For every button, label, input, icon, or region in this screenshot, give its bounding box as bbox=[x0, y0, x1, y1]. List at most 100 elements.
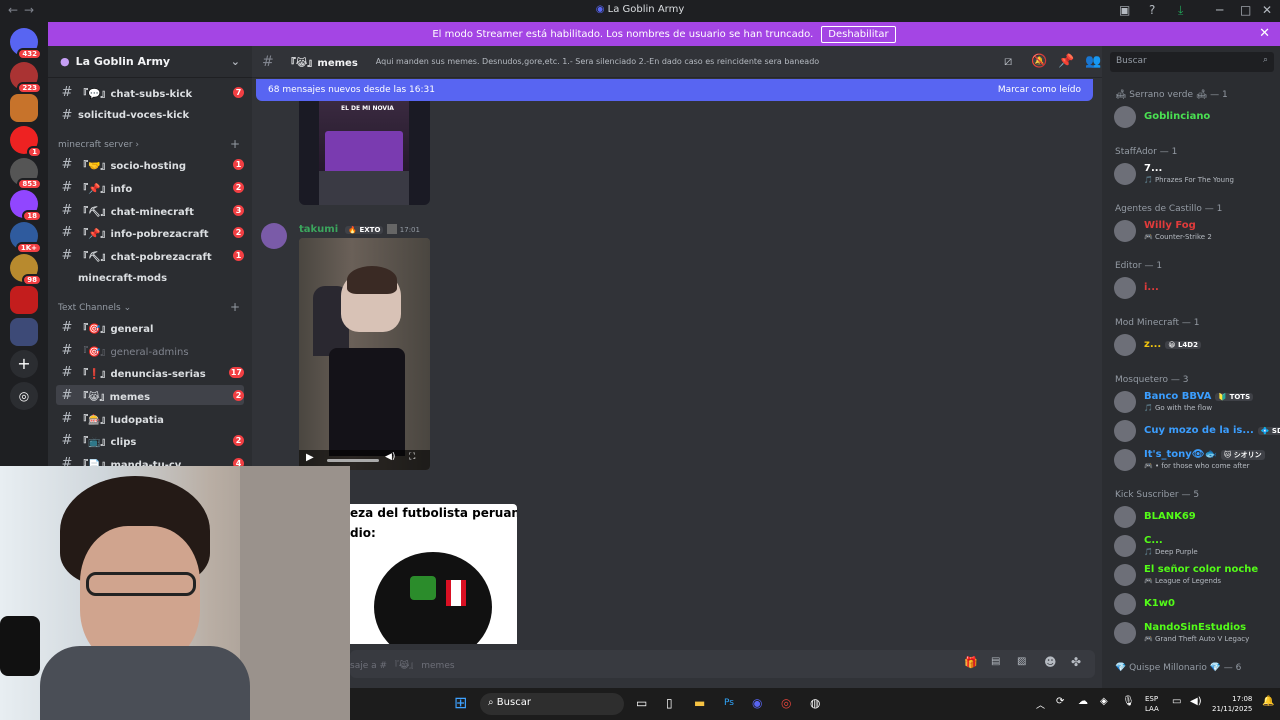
channel-item[interactable]: minecraft-mods bbox=[56, 268, 244, 288]
cloud-icon[interactable]: ☁ bbox=[1078, 696, 1088, 707]
server-icon[interactable]: 853 bbox=[10, 158, 42, 190]
server-icon[interactable]: 1 bbox=[10, 126, 42, 158]
server-icon[interactable]: 223 bbox=[10, 62, 42, 94]
server-icon[interactable] bbox=[10, 318, 38, 346]
volume-icon[interactable]: ◀) bbox=[1190, 696, 1202, 707]
channel-item[interactable]: # 『🎯』general bbox=[56, 317, 244, 337]
volume-icon[interactable]: ◀) bbox=[385, 452, 395, 462]
member-name: BLANK69 bbox=[1144, 511, 1196, 522]
video-attachment[interactable]: ▶ ◀) ⛶ bbox=[299, 238, 430, 470]
member-item[interactable]: El señor color noche 🎮 League of Legends bbox=[1114, 562, 1274, 588]
file-explorer-icon[interactable]: ▬ bbox=[694, 696, 705, 710]
channel-item[interactable]: # 『🎯』general-admins bbox=[56, 340, 244, 360]
notifications-icon[interactable]: 🔔 bbox=[1262, 696, 1274, 707]
category-text[interactable]: Text Channels ⌄ + bbox=[58, 300, 240, 314]
search-input[interactable]: Buscar ⌕ bbox=[1110, 52, 1274, 72]
network-icon[interactable]: ▭ bbox=[1172, 696, 1181, 707]
member-item[interactable]: Willy Fog 🎮 Counter-Strike 2 bbox=[1114, 218, 1274, 244]
member-tag: 💠 SDLG bbox=[1257, 427, 1280, 435]
avatar[interactable] bbox=[261, 223, 287, 249]
video-progress[interactable] bbox=[327, 459, 379, 462]
member-item[interactable]: Goblinciano bbox=[1114, 104, 1274, 130]
sticker-icon[interactable]: ▨ bbox=[1017, 656, 1026, 667]
close-icon[interactable]: ✕ bbox=[1259, 26, 1270, 41]
member-name: NandoSinEstudios bbox=[1144, 622, 1247, 633]
message-author[interactable]: takumi bbox=[299, 224, 338, 235]
member-item[interactable]: i... bbox=[1114, 275, 1274, 301]
server-icon[interactable] bbox=[10, 94, 38, 122]
new-messages-bar[interactable]: 68 mensajes nuevos desde las 16:31 Marcar… bbox=[256, 79, 1093, 101]
channel-item[interactable]: # 『❗』denuncias-serias 17 bbox=[56, 362, 244, 382]
guild-header[interactable]: ● La Goblin Army ⌄ bbox=[48, 46, 252, 78]
gif-icon[interactable]: ▤ bbox=[991, 656, 1000, 667]
tray-icon[interactable]: ◈ bbox=[1100, 696, 1108, 707]
member-item[interactable]: BLANK69 bbox=[1114, 504, 1274, 530]
video-attachment[interactable]: EL DE MI NOVIA bbox=[299, 101, 430, 205]
help-icon[interactable]: ? bbox=[1149, 3, 1155, 17]
photoshop-icon[interactable]: Ps bbox=[724, 698, 734, 708]
channel-item-selected[interactable]: # 『😹』memes 2 bbox=[56, 385, 244, 405]
member-item[interactable]: Banco BBVA 🔰 TOTS 🎵 Go with the flow bbox=[1114, 389, 1274, 415]
role-header: Agentes de Castillo — 1 bbox=[1115, 204, 1223, 214]
tray-icon[interactable]: ⟳ bbox=[1056, 696, 1064, 707]
play-icon[interactable]: ▶ bbox=[306, 452, 314, 463]
member-item[interactable]: It's_tony👁🐟 🐱 シオリン 🎮 • for those who come … bbox=[1114, 447, 1274, 473]
channel-item[interactable]: # 『🎰』ludopatia bbox=[56, 408, 244, 428]
minimize-icon[interactable]: ─ bbox=[1216, 3, 1223, 17]
tray-chevron-icon[interactable]: ︿ bbox=[1036, 698, 1045, 711]
home-icon[interactable]: 432 bbox=[10, 28, 42, 60]
disable-button[interactable]: Deshabilitar bbox=[821, 25, 896, 43]
server-icon[interactable] bbox=[10, 286, 38, 314]
mute-icon[interactable]: 🔕 bbox=[1031, 54, 1047, 69]
channel-item[interactable]: # 『📌』info 2 bbox=[56, 177, 244, 197]
message-composer[interactable]: saje a # 『😹』 memes 🎁 ▤ ▨ ☻ ✤ bbox=[350, 650, 1095, 678]
close-window-icon[interactable]: ✕ bbox=[1262, 3, 1272, 17]
chevron-down-icon: ⌄ bbox=[230, 55, 240, 68]
taskbar: ⊞ ⌕ Buscar ▭ ▯ ▬ Ps ◉ ◎ ◍ ︿ ⟳ ☁ ◈ 🎙 ESP L… bbox=[350, 688, 1280, 720]
server-icon[interactable]: 98 bbox=[10, 254, 42, 286]
maximize-icon[interactable]: □ bbox=[1240, 3, 1251, 17]
discover-icon[interactable]: ◎ bbox=[10, 382, 38, 410]
mic-icon[interactable]: 🎙 bbox=[1122, 696, 1135, 707]
discord-icon[interactable]: ◉ bbox=[752, 696, 762, 710]
task-view-icon[interactable]: ▭ bbox=[636, 696, 647, 710]
threads-icon[interactable]: ⧄ bbox=[1004, 54, 1012, 69]
channel-item[interactable]: # 『🤝』socio-hosting 1 bbox=[56, 154, 244, 174]
mark-read-button[interactable]: Marcar como leído bbox=[998, 85, 1081, 95]
channel-item[interactable]: # 『📌』info-pobrezacraft 2 bbox=[56, 222, 244, 242]
channel-item[interactable]: # 『⛏』chat-pobrezacraft 1 bbox=[56, 245, 244, 265]
chrome-icon[interactable]: ◎ bbox=[781, 696, 791, 710]
add-server-icon[interactable]: + bbox=[10, 350, 38, 378]
member-item[interactable]: Cuy mozo de la is...💠 SDLG bbox=[1114, 418, 1280, 444]
fullscreen-icon[interactable]: ⛶ bbox=[409, 452, 415, 462]
server-icon[interactable]: 18 bbox=[10, 190, 42, 222]
emoji-icon[interactable]: ☻ bbox=[1044, 655, 1057, 669]
channel-item[interactable]: # 『📺』clips 2 bbox=[56, 430, 244, 450]
obs-icon[interactable]: ◍ bbox=[810, 696, 820, 710]
category-minecraft[interactable]: minecraft server › + bbox=[58, 137, 240, 151]
channel-item[interactable]: # 『💬』chat-subs-kick 7 bbox=[56, 82, 244, 102]
member-item[interactable]: K1w0 bbox=[1114, 591, 1274, 617]
windows-start-icon[interactable]: ⊞ bbox=[454, 693, 467, 712]
download-icon[interactable]: ⤓ bbox=[1178, 3, 1183, 18]
member-item[interactable]: z... 😀 L4D2 bbox=[1114, 332, 1274, 358]
inbox-icon[interactable]: ▣ bbox=[1119, 3, 1130, 17]
member-item[interactable]: 7... 🎵 Phrazes For The Young bbox=[1114, 161, 1274, 187]
members-icon[interactable]: 👥 bbox=[1085, 54, 1101, 69]
chat-area: # 『😹』memes Aqui manden sus memes. Desnud… bbox=[252, 46, 1102, 720]
channel-topic[interactable]: Aqui manden sus memes. Desnudos,gore,etc… bbox=[376, 57, 819, 66]
apps-icon[interactable]: ✤ bbox=[1071, 655, 1081, 669]
gift-icon[interactable]: 🎁 bbox=[964, 656, 978, 669]
avatar bbox=[1114, 334, 1136, 356]
pin-icon[interactable]: 📌 bbox=[1058, 54, 1074, 69]
language-indicator[interactable]: ESP LAA bbox=[1145, 694, 1159, 714]
app-icon[interactable]: ▯ bbox=[666, 696, 673, 710]
channel-item[interactable]: # 『⛏』chat-minecraft 3 bbox=[56, 200, 244, 220]
clock[interactable]: 17:08 21/11/2025 bbox=[1212, 694, 1252, 714]
channel-item[interactable]: # solicitud-voces-kick bbox=[56, 105, 244, 125]
member-item[interactable]: NandoSinEstudios 🎮 Grand Theft Auto V Leg… bbox=[1114, 620, 1274, 646]
member-item[interactable]: C... 🎵 Deep Purple bbox=[1114, 533, 1274, 559]
image-attachment[interactable]: eza del futbolista peruano dio: bbox=[350, 504, 517, 644]
taskbar-search[interactable]: ⌕ Buscar bbox=[480, 693, 624, 715]
server-icon[interactable]: 1K+ bbox=[10, 222, 42, 254]
